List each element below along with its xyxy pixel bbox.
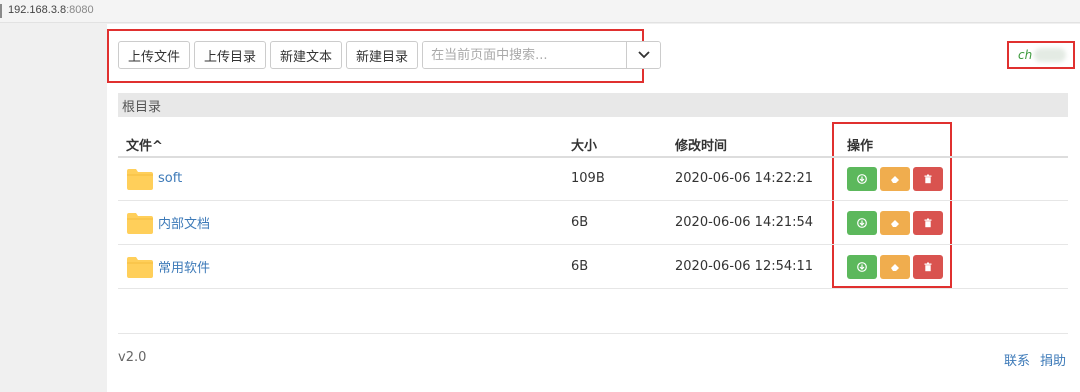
name-cell: soft [126, 157, 182, 200]
actions-cell [847, 201, 946, 244]
download-icon [857, 173, 867, 184]
name-cell: 常用软件 [126, 245, 210, 288]
download-icon [857, 261, 867, 272]
address-bar-edge [0, 4, 2, 18]
trash-icon [924, 262, 932, 271]
size-cell: 6B [571, 215, 589, 230]
breadcrumb[interactable]: 根目录 [118, 93, 1068, 117]
download-button[interactable] [847, 210, 877, 235]
rename-button[interactable] [880, 210, 910, 235]
file-manager-panel: 上传文件 上传目录 新建文本 新建目录 ch 根目录 文件^ 大小 修改时间 操… [107, 24, 1080, 392]
header-modified[interactable]: 修改时间 [675, 135, 727, 154]
folder-icon [127, 168, 153, 190]
delete-button[interactable] [913, 166, 943, 191]
file-name-link[interactable]: 常用软件 [158, 257, 210, 276]
folder-icon [127, 256, 153, 278]
modified-cell: 2020-06-06 12:54:11 [675, 259, 814, 274]
trash-icon [924, 218, 932, 227]
search-group [422, 41, 662, 69]
size-cell: 6B [571, 259, 589, 274]
modified-cell: 2020-06-06 14:21:54 [675, 215, 814, 230]
header-name[interactable]: 文件^ [126, 135, 163, 154]
version-label: v2.0 [118, 350, 147, 365]
name-cell: 内部文档 [126, 201, 210, 244]
delete-button[interactable] [913, 210, 943, 235]
header-size[interactable]: 大小 [571, 135, 597, 154]
delete-button[interactable] [913, 254, 943, 279]
eraser-icon [891, 263, 899, 271]
redacted-name-blur [1034, 48, 1067, 62]
footer-divider [118, 333, 1068, 334]
table-row: 内部文档 6B 2020-06-06 14:21:54 [118, 201, 1068, 245]
upload-file-button[interactable]: 上传文件 [118, 41, 191, 69]
download-button[interactable] [847, 166, 877, 191]
address-url[interactable]: 192.168.3.8:8080 [8, 4, 94, 16]
table-row: 常用软件 6B 2020-06-06 12:54:11 [118, 245, 1068, 289]
table-header: 文件^ 大小 修改时间 操作 [118, 127, 1068, 158]
search-dropdown-button[interactable] [626, 42, 661, 68]
donate-link[interactable]: 捐助 [1040, 350, 1066, 369]
chevron-down-icon [637, 51, 650, 59]
rename-button[interactable] [880, 254, 910, 279]
rename-button[interactable] [880, 166, 910, 191]
trash-icon [924, 174, 932, 183]
table-row: soft 109B 2020-06-06 14:22:21 [118, 157, 1068, 201]
toolbar: 上传文件 上传目录 新建文本 新建目录 [118, 41, 662, 69]
footer-links: 联系 捐助 [1004, 350, 1076, 369]
search-input[interactable] [423, 42, 627, 68]
file-name-link[interactable]: 内部文档 [158, 213, 210, 232]
address-bar[interactable]: 192.168.3.8:8080 [0, 0, 1080, 23]
eraser-icon [891, 175, 899, 183]
breadcrumb-root[interactable]: 根目录 [122, 96, 161, 115]
user-name-box[interactable]: ch [1007, 41, 1075, 69]
new-directory-button[interactable]: 新建目录 [346, 41, 419, 69]
upload-directory-button[interactable]: 上传目录 [194, 41, 267, 69]
contact-link[interactable]: 联系 [1004, 350, 1030, 369]
download-icon [857, 217, 867, 228]
file-name-link[interactable]: soft [158, 171, 182, 186]
actions-cell [847, 245, 946, 288]
size-cell: 109B [571, 171, 605, 186]
actions-cell [847, 157, 946, 200]
download-button[interactable] [847, 254, 877, 279]
eraser-icon [891, 219, 899, 227]
user-name: ch [1018, 48, 1033, 62]
header-actions: 操作 [847, 139, 874, 154]
modified-cell: 2020-06-06 14:22:21 [675, 171, 814, 186]
new-text-button[interactable]: 新建文本 [270, 41, 343, 69]
folder-icon [127, 212, 153, 234]
